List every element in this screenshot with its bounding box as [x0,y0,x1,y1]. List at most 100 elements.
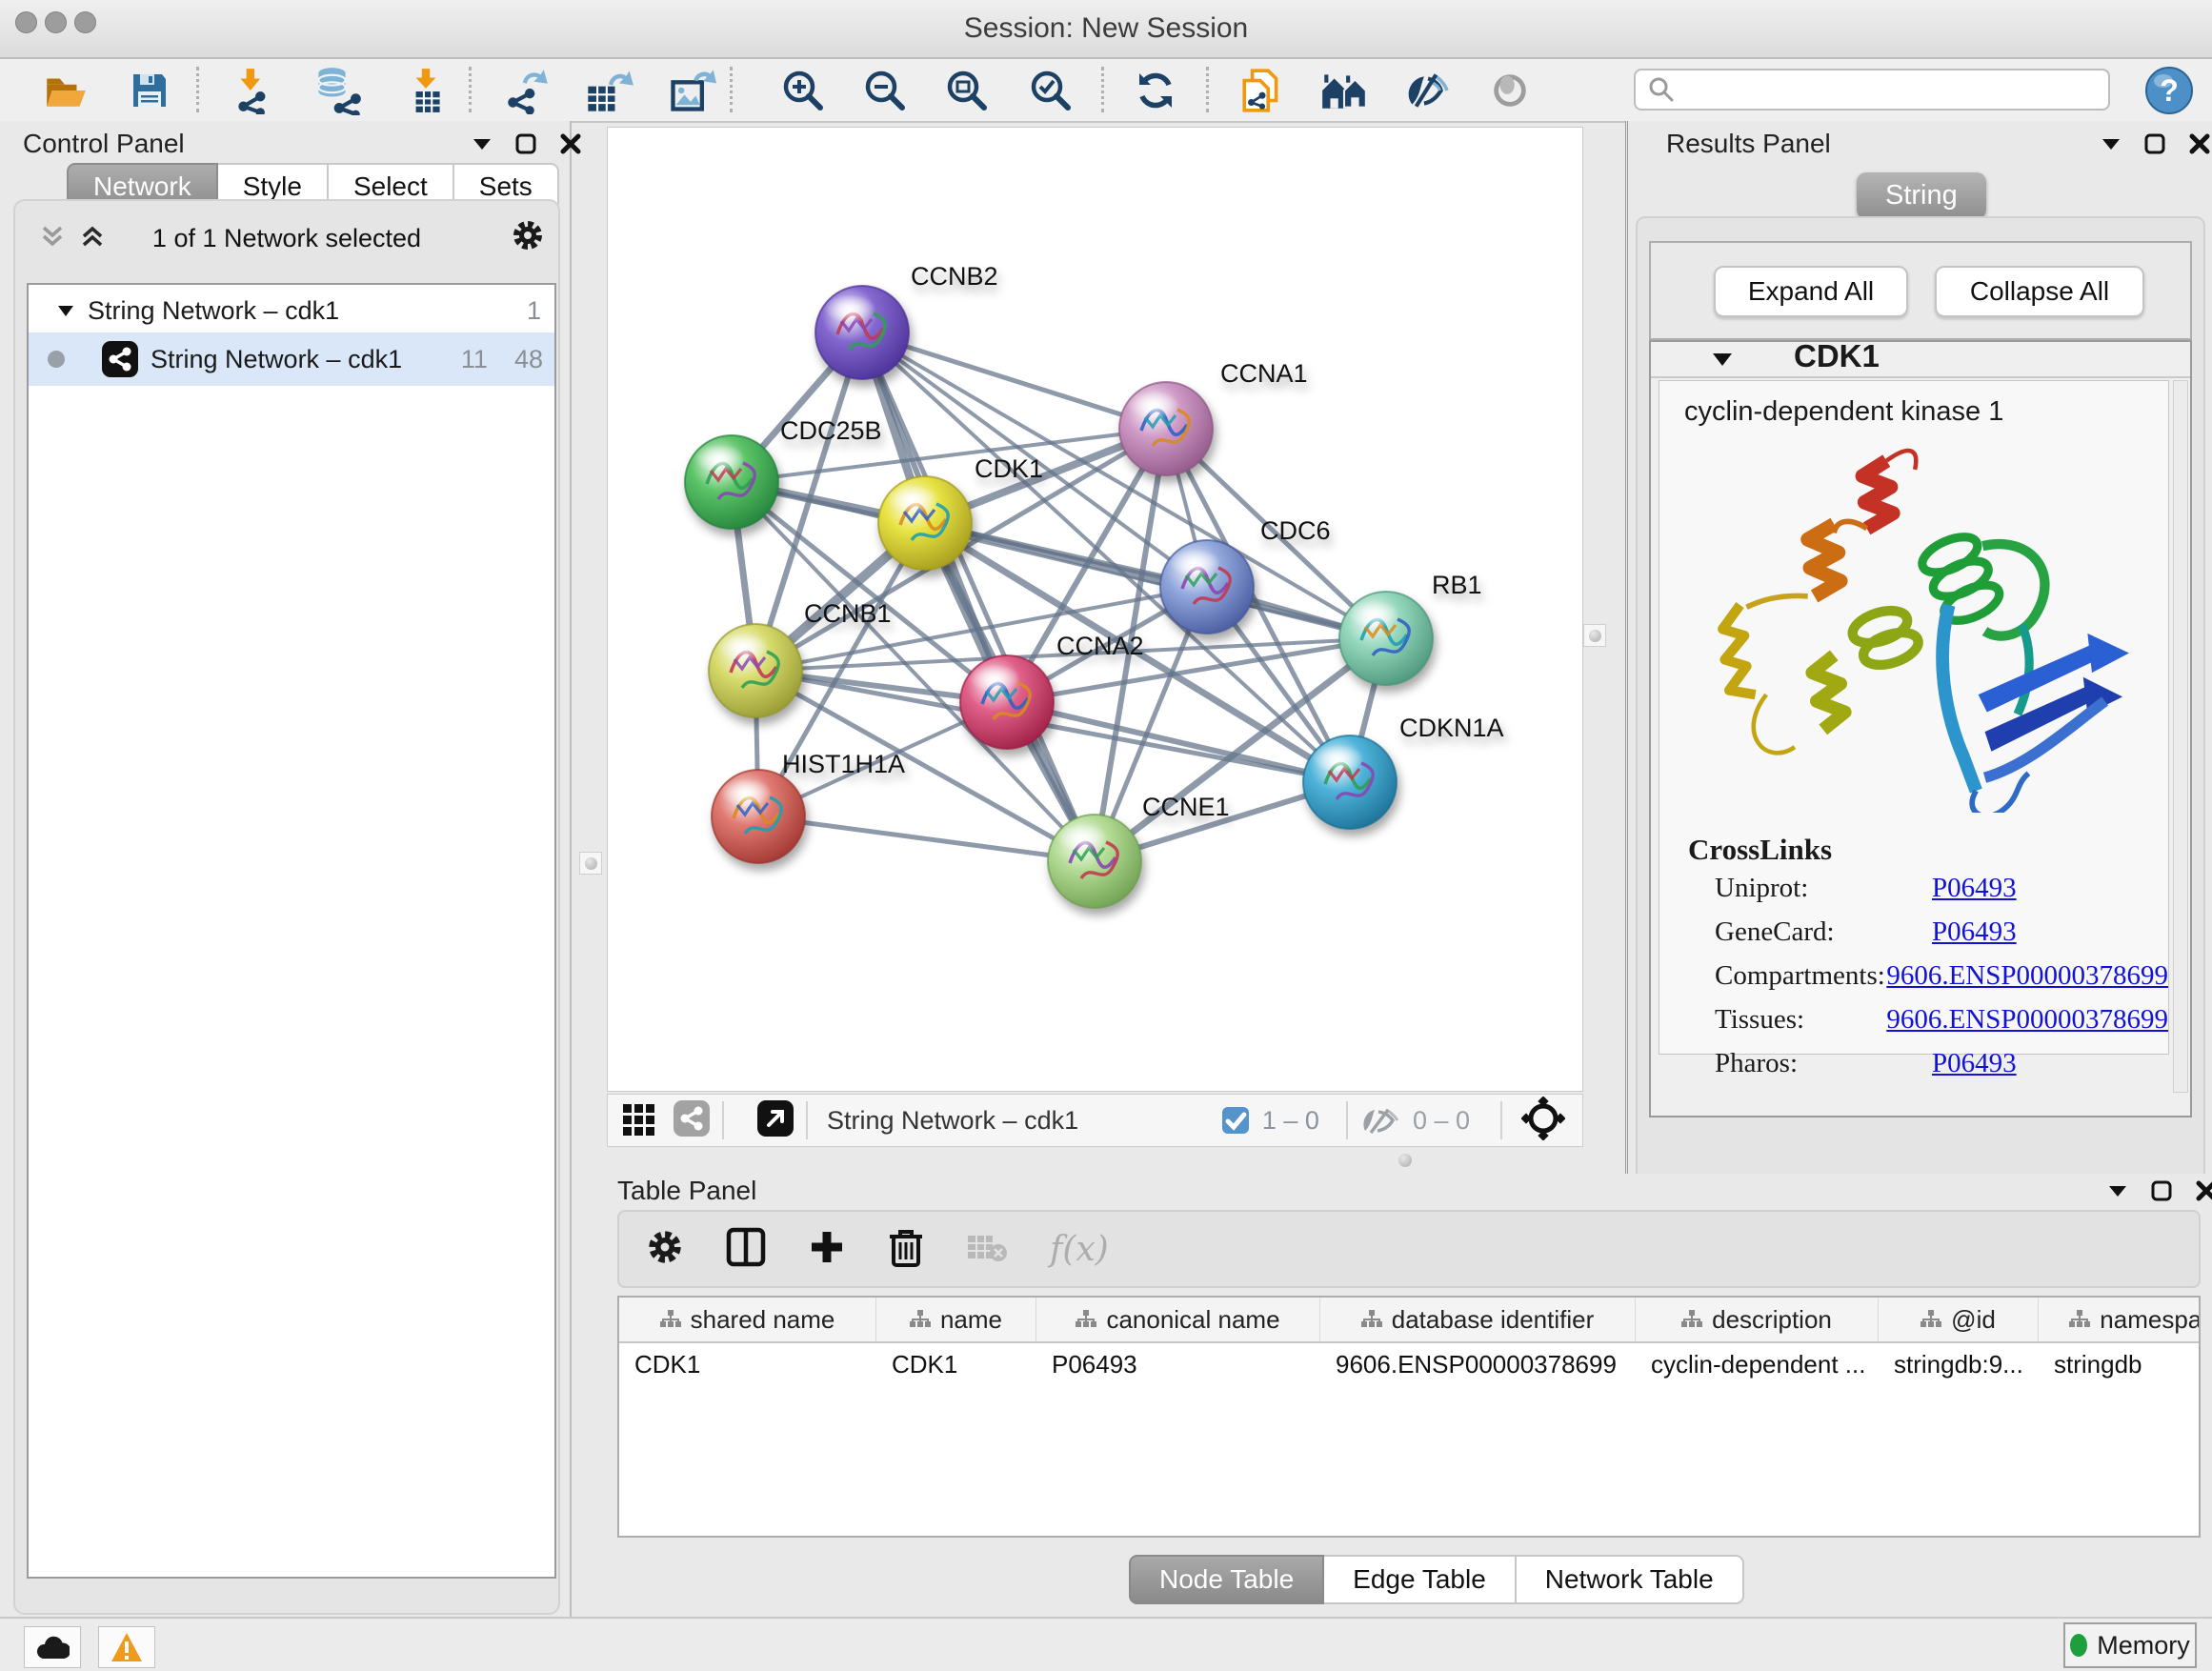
import-network-database-button[interactable] [311,65,366,116]
export-network-button[interactable] [499,65,554,116]
tab-string[interactable]: String [1857,172,1986,219]
float-panel-icon[interactable] [515,133,536,154]
close-panel-icon[interactable] [559,132,582,155]
column-header-description[interactable]: description [1636,1298,1879,1341]
collapse-all-button[interactable]: Collapse All [1935,266,2144,317]
network-collection-row[interactable]: String Network – cdk1 1 [29,289,554,332]
export-table-button[interactable] [581,65,636,116]
panel-menu-icon[interactable] [2101,136,2122,151]
import-table-icon [402,67,450,114]
close-panel-icon[interactable] [2188,132,2211,155]
expand-all-button[interactable]: Expand All [1714,266,1908,317]
panel-menu-icon[interactable] [2107,1183,2128,1198]
toolbar-separator [469,67,472,112]
zoom-out-button[interactable] [857,65,913,116]
hide-selected-button[interactable] [1398,65,1454,116]
function-builder-button[interactable]: f(x) [1050,1230,1109,1269]
tab-node-table[interactable]: Node Table [1129,1555,1324,1604]
birds-eye-toggle-button[interactable] [1521,1097,1565,1145]
cloud-status-button[interactable] [24,1626,81,1668]
protein-structure-image [1698,441,2145,813]
export-image-button[interactable] [664,65,719,116]
save-session-button[interactable] [122,65,177,116]
results-scrollbar[interactable] [2173,380,2188,1093]
control-panel-title: Control Panel [23,129,185,159]
tab-network-table[interactable]: Network Table [1517,1555,1744,1604]
toolbar-separator [1101,67,1104,112]
svg-text:?: ? [2160,73,2179,108]
table-options-button[interactable] [646,1228,684,1271]
hidden-counts: 0 – 0 [1413,1106,1470,1136]
crosslink-value[interactable]: 9606.ENSP00000378699 [1886,1004,2168,1036]
search-input[interactable] [1634,69,2110,111]
crosslink-value[interactable]: P06493 [1932,1048,2017,1079]
node-label: CCNA2 [1056,632,1144,660]
crosslink-value[interactable]: 9606.ENSP00000378699 [1886,960,2168,992]
column-header-shared-name[interactable]: shared name [619,1298,876,1341]
network-node-CCNA1[interactable]: CCNA1 [1119,359,1308,475]
node-table[interactable]: shared namenamecanonical namedatabase id… [617,1296,2201,1538]
open-session-button[interactable] [38,65,93,116]
selected-checkbox-icon[interactable] [1220,1105,1251,1136]
delete-column-button[interactable] [888,1227,924,1272]
bottom-splitter-handle[interactable] [1398,1154,1412,1167]
column-header-name[interactable]: name [876,1298,1036,1341]
table-cell: CDK1 [619,1350,876,1379]
crosslink-value[interactable]: P06493 [1932,916,2017,948]
network-node-RB1[interactable]: RB1 [1339,571,1482,685]
inactive-eye-button[interactable] [1482,65,1538,116]
zoom-fit-button[interactable] [939,65,995,116]
import-network-file-button[interactable] [227,65,282,116]
crosslink-value[interactable]: P06493 [1932,873,2017,904]
panel-menu-icon[interactable] [472,136,493,151]
close-panel-icon[interactable] [2195,1179,2212,1202]
warning-icon [111,1632,143,1662]
gene-header-row[interactable]: CDK1 [1651,342,2190,378]
hidden-eye-icon[interactable] [1359,1104,1401,1137]
right-splitter-handle[interactable] [1583,624,1606,647]
memory-button[interactable]: Memory [2063,1622,2197,1668]
column-header-database-identifier[interactable]: database identifier [1320,1298,1636,1341]
refresh-button[interactable] [1128,65,1183,116]
network-node-CDK1[interactable]: CDK1 [878,454,1043,570]
network-edge[interactable] [862,332,1166,429]
network-node-CCNB1[interactable]: CCNB1 [709,599,892,717]
tab-edge-table[interactable]: Edge Table [1324,1555,1517,1604]
network-graph[interactable]: CCNB2CCNA1CDC25BCDK1CDC6RB1CCNB1CCNA2CDK… [608,128,1582,1091]
grid-view-button[interactable] [621,1100,657,1141]
float-panel-icon[interactable] [2144,133,2165,154]
network-edge[interactable] [862,332,1095,861]
network-node-CCNE1[interactable]: CCNE1 [1048,793,1230,908]
column-header-@id[interactable]: @id [1879,1298,2039,1341]
float-panel-icon[interactable] [2151,1180,2172,1201]
left-splitter-handle[interactable] [579,852,602,875]
delete-table-button[interactable] [966,1230,1008,1269]
table-cell: cyclin-dependent ... [1636,1350,1879,1379]
collapse-triangle-icon[interactable] [57,304,74,317]
zoom-selected-button[interactable] [1023,65,1078,116]
add-column-button[interactable] [808,1228,846,1271]
warning-status-button[interactable] [98,1626,155,1668]
selected-counts: 1 – 0 [1262,1106,1319,1136]
help-button[interactable]: ? [2142,65,2197,116]
zoom-in-button[interactable] [775,65,831,116]
network-edge[interactable] [758,816,1095,861]
import-table-file-button[interactable] [398,65,453,116]
network-node-HIST1H1A[interactable]: HIST1H1A [712,750,905,863]
column-header-namespace[interactable]: namespace [2039,1298,2201,1341]
column-header-canonical-name[interactable]: canonical name [1036,1298,1320,1341]
network-node-CCNB2[interactable]: CCNB2 [815,262,998,379]
duplicate-network-button[interactable] [1235,65,1290,116]
node-label: CDK1 [975,454,1043,483]
control-panel: Control Panel NetworkStyleSelectSets 1 o… [0,121,572,1617]
network-options-button[interactable] [511,218,545,257]
network-canvas[interactable]: CCNB2CCNA1CDC25BCDK1CDC6RB1CCNB1CCNA2CDK… [607,127,1583,1092]
table-row[interactable]: CDK1CDK1P064939606.ENSP00000378699cyclin… [619,1343,2199,1385]
show-columns-button[interactable] [726,1227,766,1272]
network-node-CDKN1A[interactable]: CDKN1A [1303,714,1504,829]
open-in-window-button[interactable] [756,1099,794,1142]
show-hide-graphics-button[interactable] [1317,65,1372,116]
network-row-selected[interactable]: String Network – cdk1 11 48 [29,332,554,386]
network-style-button[interactable] [673,1099,711,1142]
collapse-gene-icon[interactable] [1712,352,1733,368]
